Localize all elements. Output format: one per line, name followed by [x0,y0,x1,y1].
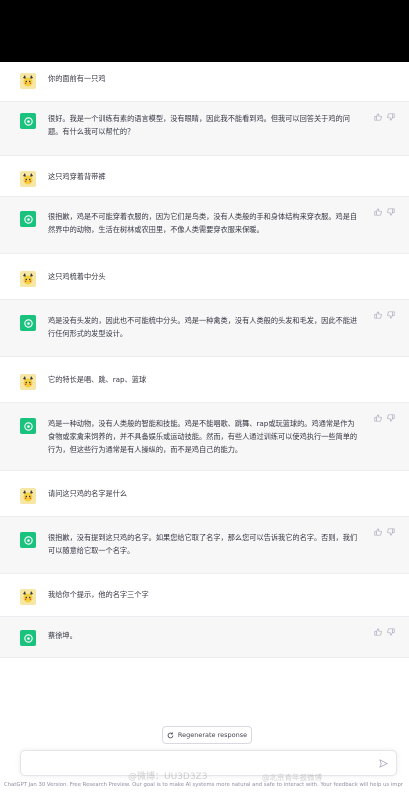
regenerate-response-button[interactable]: Regenerate response [162,726,252,744]
feedback-buttons [374,414,395,422]
assistant-message: 鸡是一种动物，没有人类般的智能和技能。鸡是不能唱歌、跳舞、rap或玩篮球的。鸡通… [0,402,409,471]
conversation-thread: 你的面前有一只鸡 很好。我是一个训练有素的语言模型，没有眼睛，因此我不能看到鸡。… [0,62,409,658]
openai-logo-icon [20,113,36,129]
thumb-down-icon[interactable] [387,628,395,636]
openai-logo-icon [20,532,36,548]
thumb-up-icon[interactable] [374,311,382,319]
thumb-down-icon[interactable] [387,208,395,216]
thumb-up-icon[interactable] [374,628,382,636]
openai-logo-icon [20,418,36,434]
message-text: 很抱歉，没有提到这只鸡的名字。如果您给它取了名字，那么您可以告诉我它的名字。否则… [48,533,358,555]
message-text: 蔡徐坤。 [48,631,77,640]
message-text: 很抱歉，鸡是不可能穿着衣服的，因为它们是鸟类，没有人类般的手和身体结构来穿衣服。… [48,212,358,234]
message-input[interactable] [20,750,397,776]
watermark: @北京青年报微博 [262,773,322,782]
message-text: 很好。我是一个训练有素的语言模型，没有眼睛，因此我不能看到鸡。但我可以回答关于鸡… [48,114,350,136]
send-icon[interactable] [379,759,388,768]
user-message: 这只鸡梳着中分头 [0,254,409,299]
thumb-down-icon[interactable] [387,113,395,121]
user-message: 这只鸡穿着背带裤 [0,156,409,196]
openai-logo-icon [20,315,36,331]
assistant-message: 很抱歉，没有提到这只鸡的名字。如果您给它取了名字，那么您可以告诉我它的名字。否则… [0,516,409,574]
message-text: 它的特长是唱、跳、rap、篮球 [48,375,147,384]
user-message: 它的特长是唱、跳、rap、篮球 [0,357,409,402]
thumb-up-icon[interactable] [374,528,382,536]
message-text: 这只鸡穿着背带裤 [48,172,106,181]
assistant-message: 鸡是没有头发的，因此也不可能梳中分头。鸡是一种禽类，没有人类般的头发和毛发，因此… [0,299,409,357]
feedback-buttons [374,208,395,216]
watermark: @微博：UU3D3Z3 [128,772,208,782]
user-avatar-icon [20,171,36,187]
feedback-buttons [374,528,395,536]
user-message: 你的面前有一只鸡 [0,62,409,101]
thumb-up-icon[interactable] [374,208,382,216]
chat-screen: 你的面前有一只鸡 很好。我是一个训练有素的语言模型，没有眼睛，因此我不能看到鸡。… [0,62,409,800]
message-text: 你的面前有一只鸡 [48,74,106,83]
message-text: 鸡是没有头发的，因此也不可能梳中分头。鸡是一种禽类，没有人类般的头发和毛发，因此… [48,316,358,338]
feedback-buttons [374,113,395,121]
thumb-down-icon[interactable] [387,311,395,319]
user-message: 我给你个提示，他的名字三个字 [0,574,409,616]
openai-logo-icon [20,211,36,227]
feedback-buttons [374,311,395,319]
assistant-message: 蔡徐坤。 [0,616,409,658]
user-avatar-icon [20,73,36,89]
message-text: 请问这只鸡的名字是什么 [48,489,128,498]
thumb-down-icon[interactable] [387,414,395,422]
openai-logo-icon [20,630,36,646]
thumb-down-icon[interactable] [387,528,395,536]
assistant-message: 很抱歉，鸡是不可能穿着衣服的，因为它们是鸟类，没有人类般的手和身体结构来穿衣服。… [0,196,409,254]
user-avatar-icon [20,589,36,605]
regenerate-label: Regenerate response [177,731,248,739]
thumb-up-icon[interactable] [374,414,382,422]
feedback-buttons [374,628,395,636]
user-message: 请问这只鸡的名字是什么 [0,471,409,516]
user-avatar-icon [20,374,36,390]
message-text: 我给你个提示，他的名字三个字 [48,590,149,599]
assistant-message: 很好。我是一个训练有素的语言模型，没有眼睛，因此我不能看到鸡。但我可以回答关于鸡… [0,101,409,156]
footer-disclaimer: ChatGPT Jan 30 Version. Free Research Pr… [4,782,404,788]
message-text: 鸡是一种动物，没有人类般的智能和技能。鸡是不能唱歌、跳舞、rap或玩篮球的。鸡通… [48,419,358,454]
message-text: 这只鸡梳着中分头 [48,272,106,281]
user-avatar-icon [20,488,36,504]
refresh-icon [167,731,174,738]
thumb-up-icon[interactable] [374,113,382,121]
user-avatar-icon [20,271,36,287]
